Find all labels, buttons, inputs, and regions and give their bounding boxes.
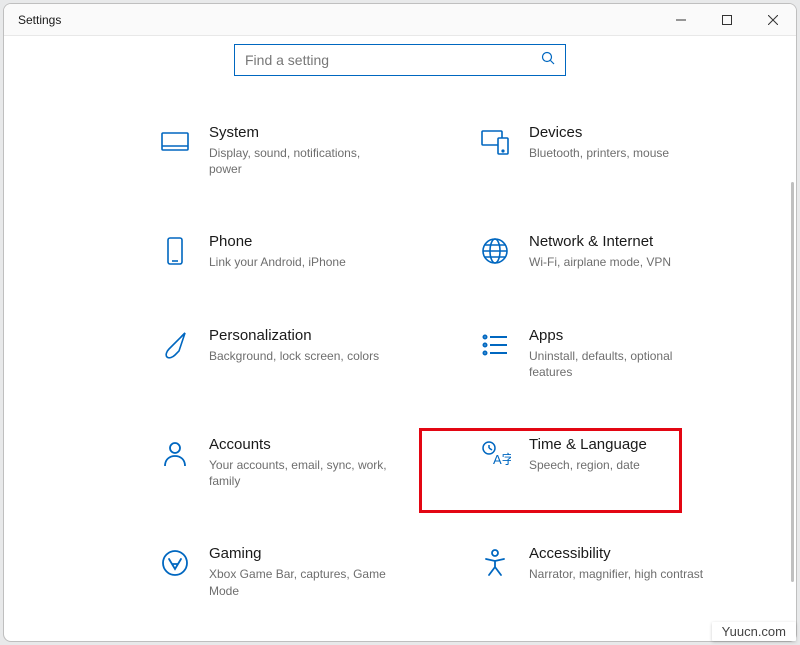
category-title: Accessibility [529, 545, 709, 562]
category-desc: Display, sound, notifications, power [209, 145, 389, 177]
phone-icon [159, 235, 191, 267]
category-title: Apps [529, 327, 709, 344]
globe-icon [479, 235, 511, 267]
category-accessibility[interactable]: Accessibility Narrator, magnifier, high … [479, 545, 749, 598]
system-icon [159, 126, 191, 158]
gaming-icon [159, 547, 191, 579]
apps-icon [479, 329, 511, 361]
search-box[interactable] [234, 44, 566, 76]
category-desc: Link your Android, iPhone [209, 254, 389, 270]
watermark: Yuucn.com [712, 622, 796, 641]
svg-text:A字: A字 [493, 452, 511, 467]
person-icon [159, 438, 191, 470]
category-phone[interactable]: Phone Link your Android, iPhone [159, 233, 429, 270]
category-network[interactable]: Network & Internet Wi-Fi, airplane mode,… [479, 233, 749, 270]
category-apps[interactable]: Apps Uninstall, defaults, optional featu… [479, 327, 749, 380]
window-title: Settings [18, 13, 61, 27]
minimize-button[interactable] [658, 4, 704, 36]
close-icon [768, 15, 778, 25]
category-desc: Wi-Fi, airplane mode, VPN [529, 254, 709, 270]
category-desc: Narrator, magnifier, high contrast [529, 566, 709, 582]
search-area [4, 36, 796, 82]
search-icon [541, 51, 555, 70]
category-desc: Xbox Game Bar, captures, Game Mode [209, 566, 389, 598]
category-devices[interactable]: Devices Bluetooth, printers, mouse [479, 124, 749, 177]
brush-icon [159, 329, 191, 361]
category-title: Phone [209, 233, 389, 250]
content-area: System Display, sound, notifications, po… [4, 82, 796, 641]
category-system[interactable]: System Display, sound, notifications, po… [159, 124, 429, 177]
close-button[interactable] [750, 4, 796, 36]
category-title: Gaming [209, 545, 389, 562]
category-title: Accounts [209, 436, 389, 453]
minimize-icon [676, 15, 686, 25]
maximize-button[interactable] [704, 4, 750, 36]
category-title: Time & Language [529, 436, 709, 453]
category-desc: Speech, region, date [529, 457, 709, 473]
maximize-icon [722, 15, 732, 25]
category-desc: Background, lock screen, colors [209, 348, 389, 364]
category-desc: Uninstall, defaults, optional features [529, 348, 709, 380]
category-personalization[interactable]: Personalization Background, lock screen,… [159, 327, 429, 380]
category-desc: Bluetooth, printers, mouse [529, 145, 709, 161]
category-accounts[interactable]: Accounts Your accounts, email, sync, wor… [159, 436, 429, 489]
category-gaming[interactable]: Gaming Xbox Game Bar, captures, Game Mod… [159, 545, 429, 598]
title-bar: Settings [4, 4, 796, 36]
scrollbar-thumb[interactable] [791, 182, 794, 582]
category-time-language[interactable]: A字 Time & Language Speech, region, date [479, 436, 749, 489]
categories-grid: System Display, sound, notifications, po… [159, 124, 796, 599]
category-title: Network & Internet [529, 233, 709, 250]
search-input[interactable] [245, 52, 541, 68]
settings-window: Settings [3, 3, 797, 642]
category-desc: Your accounts, email, sync, work, family [209, 457, 389, 489]
category-title: Personalization [209, 327, 389, 344]
devices-icon [479, 126, 511, 158]
category-title: Devices [529, 124, 709, 141]
time-language-icon: A字 [479, 438, 511, 470]
accessibility-icon [479, 547, 511, 579]
category-title: System [209, 124, 389, 141]
